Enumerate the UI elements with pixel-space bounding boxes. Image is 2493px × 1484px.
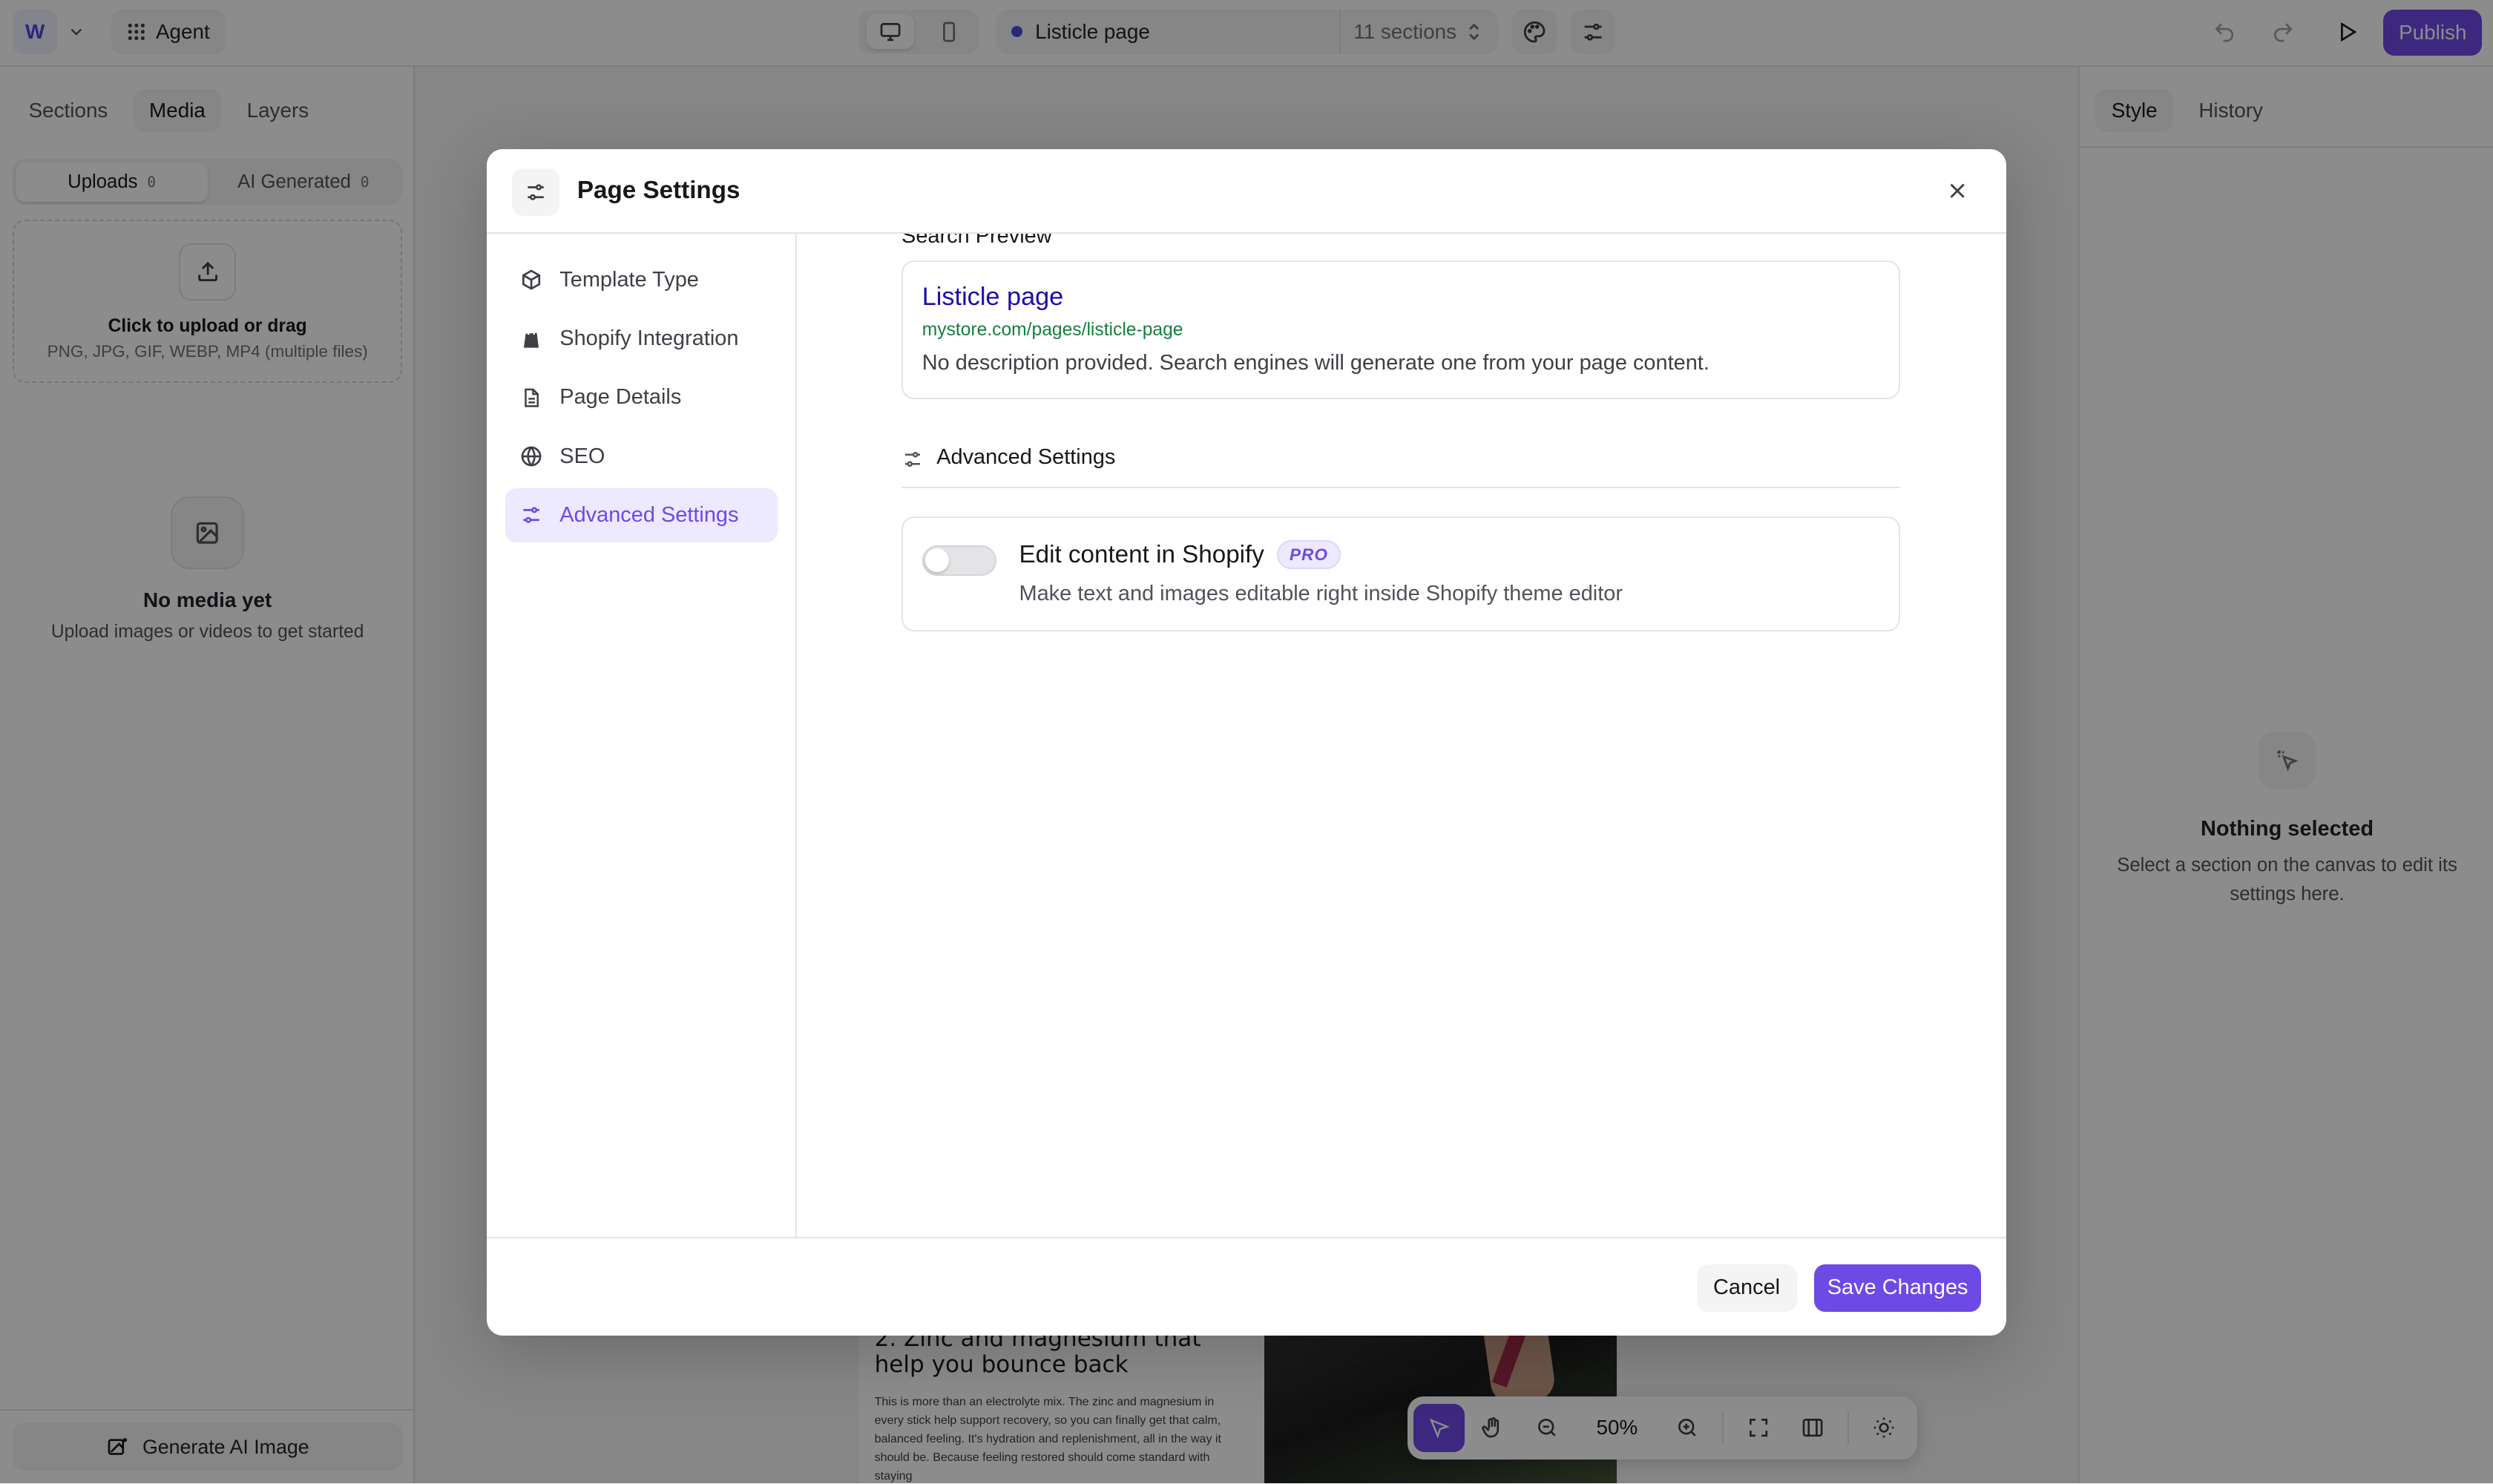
search-preview-card: Listicle page mystore.com/pages/listicle… [901, 260, 1900, 399]
globe-icon [519, 444, 544, 469]
nav-label: Shopify Integration [559, 326, 739, 350]
save-changes-button[interactable]: Save Changes [1814, 1264, 1982, 1312]
setting-title-row: Edit content in Shopify PRO [1019, 540, 1341, 570]
package-icon [519, 267, 544, 292]
advanced-settings-title: Advanced Settings [936, 445, 1116, 470]
sliders-icon [519, 502, 544, 528]
settings-content[interactable]: Search Preview Listicle page mystore.com… [798, 234, 2007, 1237]
search-preview-heading: Search Preview [901, 234, 1052, 249]
modal-footer: Cancel Save Changes [486, 1237, 2007, 1336]
settings-nav: Template Type Shopify Integration Page D… [487, 234, 797, 1238]
nav-label: Page Details [559, 385, 682, 410]
nav-advanced-settings[interactable]: Advanced Settings [505, 487, 778, 542]
nav-label: SEO [559, 444, 605, 468]
document-icon [519, 385, 544, 410]
search-preview-title: Listicle page [922, 283, 1064, 312]
cancel-button[interactable]: Cancel [1696, 1264, 1797, 1312]
search-preview-description: No description provided. Search engines … [922, 351, 1709, 375]
shopify-bag-icon [519, 326, 544, 351]
setting-title: Edit content in Shopify [1019, 540, 1264, 568]
sliders-icon [512, 168, 560, 217]
modal-header: Page Settings [486, 149, 2007, 234]
nav-seo[interactable]: SEO [505, 430, 777, 484]
close-icon [1950, 183, 1965, 198]
edit-in-shopify-toggle[interactable] [922, 545, 997, 576]
nav-shopify-integration[interactable]: Shopify Integration [505, 312, 777, 366]
search-preview-url: mystore.com/pages/listicle-page [922, 319, 1183, 340]
setting-description: Make text and images editable right insi… [1019, 582, 1623, 606]
advanced-settings-heading: Advanced Settings [901, 445, 1900, 488]
sliders-icon [905, 452, 921, 467]
page-settings-modal: Page Settings Template Type Shopify Inte… [486, 149, 2007, 1336]
shopify-edit-setting: Edit content in Shopify PRO Make text an… [901, 516, 1900, 631]
nav-page-details[interactable]: Page Details [505, 370, 777, 424]
pro-badge: PRO [1277, 540, 1341, 570]
nav-label: Advanced Settings [559, 502, 739, 527]
close-button[interactable] [1939, 174, 1974, 209]
modal-title: Page Settings [577, 176, 740, 204]
nav-template-type[interactable]: Template Type [505, 253, 777, 307]
nav-label: Template Type [559, 267, 699, 292]
